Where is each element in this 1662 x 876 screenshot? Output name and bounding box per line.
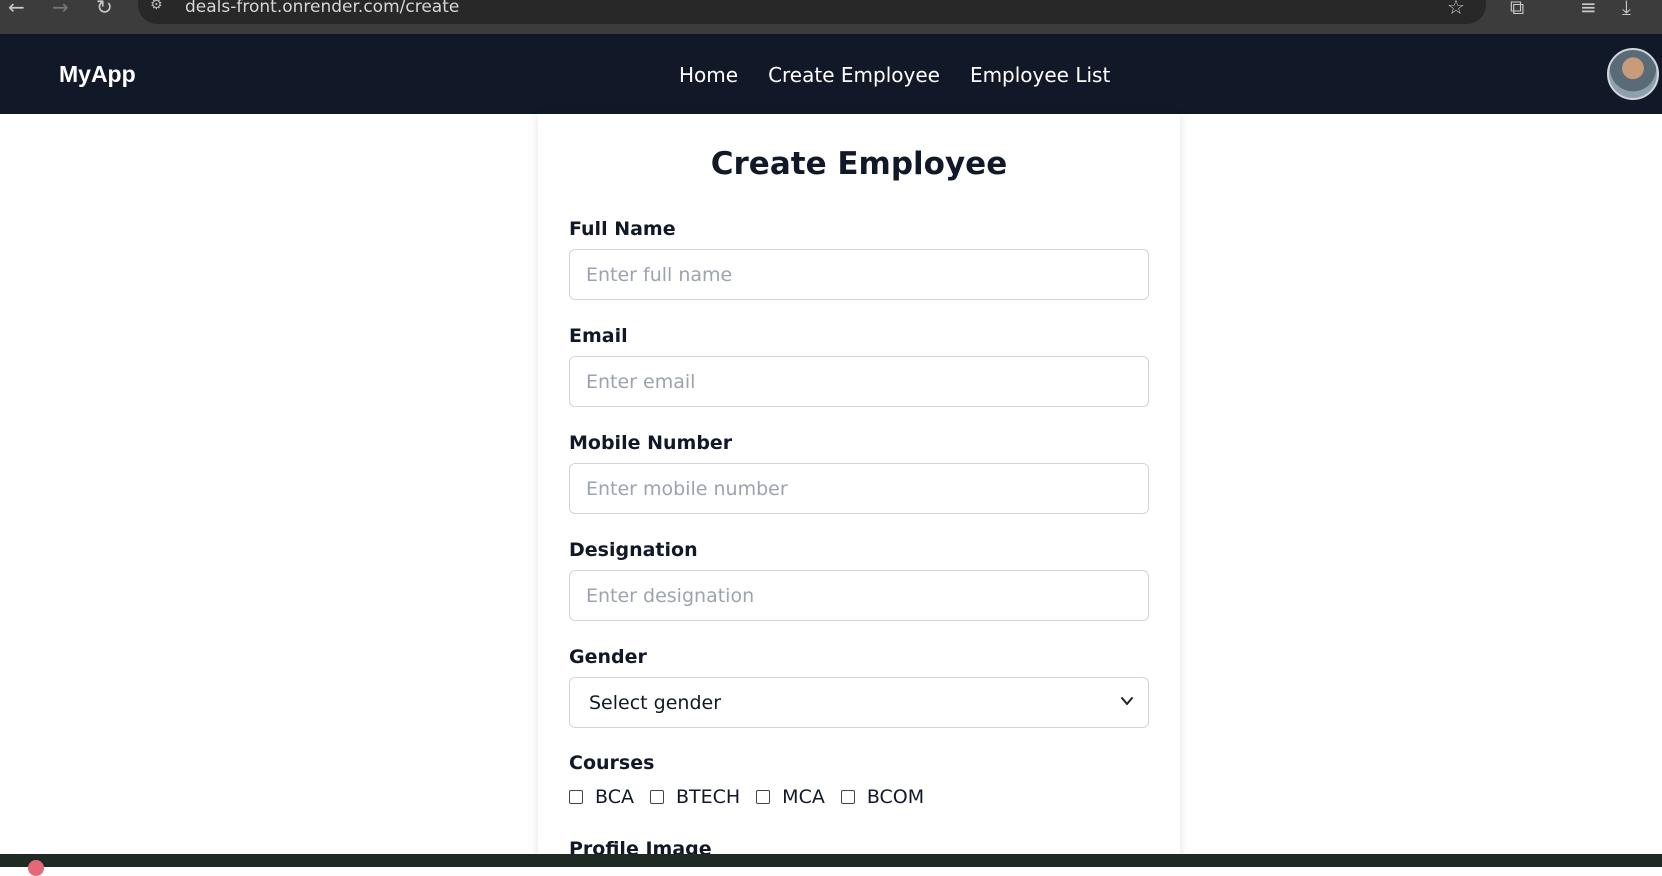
os-taskbar (0, 854, 1662, 876)
avatar[interactable] (1607, 48, 1659, 100)
taskbar-app-icon[interactable] (28, 860, 44, 876)
browser-toolbar: ← → ↻ ⚙ deals-front.onrender.com/create … (0, 0, 1662, 34)
course-checkbox[interactable] (840, 790, 855, 804)
nav-link-home[interactable]: Home (679, 63, 738, 87)
course-label: BCOM (866, 786, 925, 808)
nav-links: Home Create Employee Employee List (679, 63, 1110, 87)
designation-label: Designation (569, 539, 698, 561)
course-label: BCA (595, 786, 634, 808)
extensions-icon[interactable]: ⧉ (1510, 0, 1524, 17)
course-option-bcom[interactable]: BCOM (840, 786, 925, 808)
courses-checkbox-group: BCA BTECH MCA BCOM (569, 786, 940, 808)
full-name-label: Full Name (569, 218, 676, 240)
mobile-number-label: Mobile Number (569, 432, 733, 454)
chevron-down-icon (1121, 697, 1133, 705)
reload-icon[interactable]: ↻ (96, 0, 113, 17)
brand-logo[interactable]: MyApp (59, 61, 136, 88)
courses-label: Courses (569, 752, 655, 774)
gender-select[interactable]: Select gender (569, 677, 1149, 728)
course-label: MCA (782, 786, 825, 808)
course-option-btech[interactable]: BTECH (649, 786, 741, 808)
course-checkbox[interactable] (569, 790, 583, 804)
page-title: Create Employee (710, 146, 1008, 182)
course-checkbox[interactable] (649, 790, 664, 804)
email-input[interactable] (569, 356, 1149, 407)
email-label: Email (569, 325, 628, 347)
url-text[interactable]: deals-front.onrender.com/create (185, 0, 459, 17)
media-icon[interactable]: ≡ (1580, 0, 1597, 17)
download-icon[interactable]: ⤓ (1622, 0, 1631, 17)
gender-label: Gender (569, 646, 647, 668)
app-navbar: MyApp Home Create Employee Employee List (0, 34, 1662, 114)
course-checkbox[interactable] (756, 790, 771, 804)
designation-input[interactable] (569, 570, 1149, 621)
mobile-number-input[interactable] (569, 463, 1149, 514)
course-option-mca[interactable]: MCA (756, 786, 825, 808)
course-option-bca[interactable]: BCA (569, 786, 634, 808)
site-settings-icon[interactable]: ⚙ (150, 0, 170, 12)
nav-link-employee-list[interactable]: Employee List (970, 63, 1110, 87)
gender-selected-value: Select gender (589, 691, 722, 714)
create-employee-card: Create Employee Full Name Email Mobile N… (538, 114, 1180, 860)
nav-link-create-employee[interactable]: Create Employee (768, 63, 940, 87)
course-label: BTECH (675, 786, 741, 808)
back-arrow-icon[interactable]: ← (8, 0, 25, 17)
bookmark-star-icon[interactable]: ☆ (1447, 0, 1465, 17)
forward-arrow-icon[interactable]: → (52, 0, 69, 17)
full-name-input[interactable] (569, 249, 1149, 300)
